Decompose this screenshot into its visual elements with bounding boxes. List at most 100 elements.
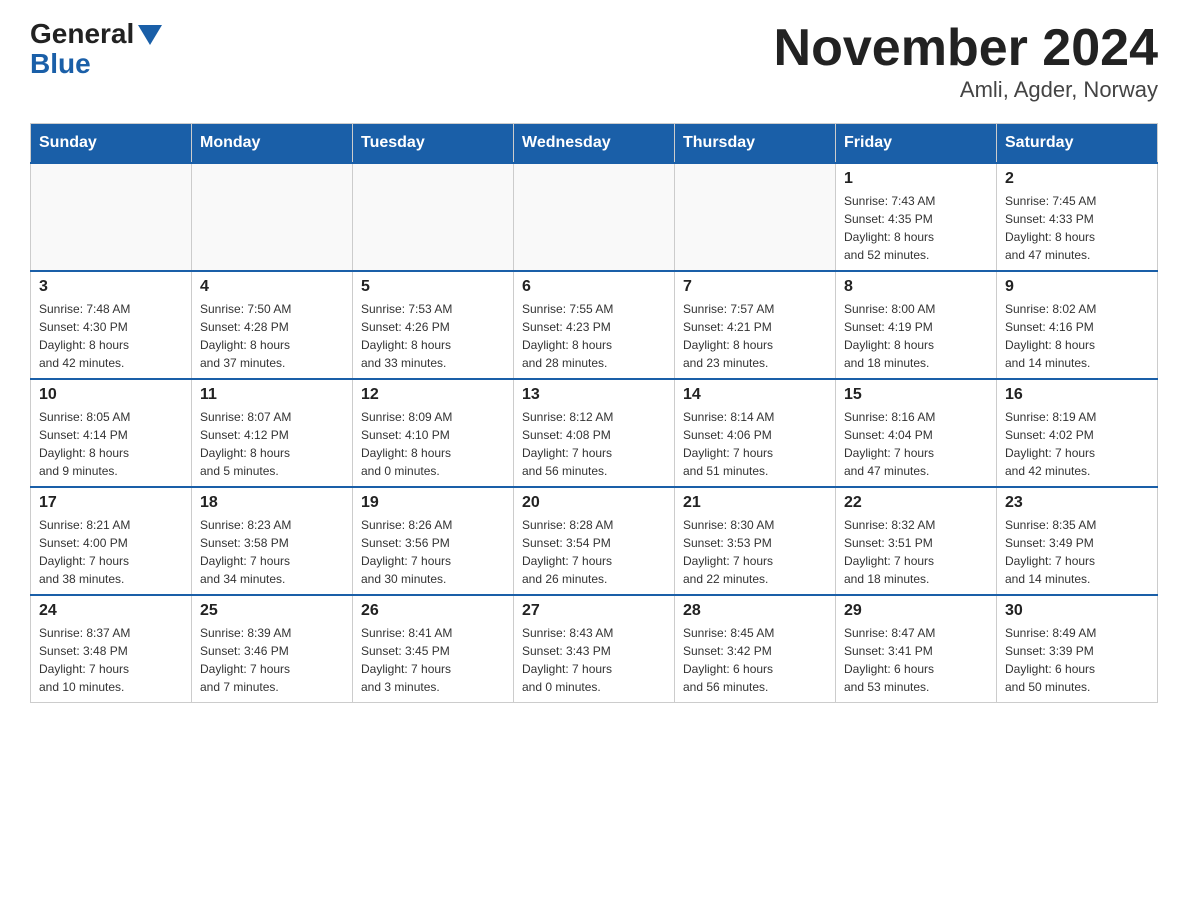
day-info: Sunrise: 8:41 AM Sunset: 3:45 PM Dayligh… (361, 624, 505, 696)
header-saturday: Saturday (997, 124, 1158, 164)
day-info: Sunrise: 7:55 AM Sunset: 4:23 PM Dayligh… (522, 300, 666, 372)
day-number: 22 (844, 494, 988, 512)
logo-triangle-icon (138, 25, 162, 45)
day-info: Sunrise: 8:32 AM Sunset: 3:51 PM Dayligh… (844, 516, 988, 588)
day-number: 12 (361, 386, 505, 404)
day-info: Sunrise: 8:21 AM Sunset: 4:00 PM Dayligh… (39, 516, 183, 588)
day-number: 6 (522, 278, 666, 296)
day-number: 17 (39, 494, 183, 512)
header-monday: Monday (192, 124, 353, 164)
header-thursday: Thursday (675, 124, 836, 164)
day-cell: 3 Sunrise: 7:48 AM Sunset: 4:30 PM Daylig… (31, 271, 192, 379)
day-info: Sunrise: 8:09 AM Sunset: 4:10 PM Dayligh… (361, 408, 505, 480)
day-info: Sunrise: 7:45 AM Sunset: 4:33 PM Dayligh… (1005, 192, 1149, 264)
day-number: 26 (361, 602, 505, 620)
week-row-1: 1 Sunrise: 7:43 AM Sunset: 4:35 PM Daylig… (31, 163, 1158, 271)
day-info: Sunrise: 8:16 AM Sunset: 4:04 PM Dayligh… (844, 408, 988, 480)
day-number: 1 (844, 170, 988, 188)
day-cell: 28 Sunrise: 8:45 AM Sunset: 3:42 PM Dayli… (675, 595, 836, 703)
day-number: 15 (844, 386, 988, 404)
day-cell: 18Sunrise: 8:23 AM Sunset: 3:58 PM Dayli… (192, 487, 353, 595)
day-cell: 27Sunrise: 8:43 AM Sunset: 3:43 PM Dayli… (514, 595, 675, 703)
day-cell (192, 163, 353, 271)
week-row-3: 10Sunrise: 8:05 AM Sunset: 4:14 PM Dayli… (31, 379, 1158, 487)
day-cell: 6 Sunrise: 7:55 AM Sunset: 4:23 PM Daylig… (514, 271, 675, 379)
day-cell: 19 Sunrise: 8:26 AM Sunset: 3:56 PM Dayli… (353, 487, 514, 595)
day-cell (353, 163, 514, 271)
day-number: 8 (844, 278, 988, 296)
day-info: Sunrise: 8:39 AM Sunset: 3:46 PM Dayligh… (200, 624, 344, 696)
day-number: 24 (39, 602, 183, 620)
day-cell: 30 Sunrise: 8:49 AM Sunset: 3:39 PM Dayli… (997, 595, 1158, 703)
day-cell: 8 Sunrise: 8:00 AM Sunset: 4:19 PM Daylig… (836, 271, 997, 379)
day-number: 25 (200, 602, 344, 620)
day-number: 19 (361, 494, 505, 512)
day-cell: 12 Sunrise: 8:09 AM Sunset: 4:10 PM Dayli… (353, 379, 514, 487)
header-friday: Friday (836, 124, 997, 164)
day-cell: 13 Sunrise: 8:12 AM Sunset: 4:08 PM Dayli… (514, 379, 675, 487)
day-cell (514, 163, 675, 271)
day-number: 13 (522, 386, 666, 404)
calendar-subtitle: Amli, Agder, Norway (774, 77, 1158, 103)
day-info: Sunrise: 8:00 AM Sunset: 4:19 PM Dayligh… (844, 300, 988, 372)
logo-blue: Blue (30, 48, 91, 80)
day-number: 14 (683, 386, 827, 404)
header-wednesday: Wednesday (514, 124, 675, 164)
day-number: 16 (1005, 386, 1149, 404)
day-cell: 4Sunrise: 7:50 AM Sunset: 4:28 PM Daylig… (192, 271, 353, 379)
day-cell: 15 Sunrise: 8:16 AM Sunset: 4:04 PM Dayli… (836, 379, 997, 487)
week-row-4: 17 Sunrise: 8:21 AM Sunset: 4:00 PM Dayli… (31, 487, 1158, 595)
day-number: 28 (683, 602, 827, 620)
logo: General Blue (30, 20, 162, 80)
day-number: 29 (844, 602, 988, 620)
page-header: General Blue November 2024 Amli, Agder, … (30, 20, 1158, 103)
day-number: 2 (1005, 170, 1149, 188)
day-number: 30 (1005, 602, 1149, 620)
day-info: Sunrise: 8:23 AM Sunset: 3:58 PM Dayligh… (200, 516, 344, 588)
day-info: Sunrise: 8:12 AM Sunset: 4:08 PM Dayligh… (522, 408, 666, 480)
day-cell: 16Sunrise: 8:19 AM Sunset: 4:02 PM Dayli… (997, 379, 1158, 487)
calendar-title: November 2024 (774, 20, 1158, 77)
day-info: Sunrise: 8:45 AM Sunset: 3:42 PM Dayligh… (683, 624, 827, 696)
header-tuesday: Tuesday (353, 124, 514, 164)
title-block: November 2024 Amli, Agder, Norway (774, 20, 1158, 103)
day-cell: 26 Sunrise: 8:41 AM Sunset: 3:45 PM Dayli… (353, 595, 514, 703)
header-sunday: Sunday (31, 124, 192, 164)
day-info: Sunrise: 7:57 AM Sunset: 4:21 PM Dayligh… (683, 300, 827, 372)
day-info: Sunrise: 8:14 AM Sunset: 4:06 PM Dayligh… (683, 408, 827, 480)
day-cell: 1 Sunrise: 7:43 AM Sunset: 4:35 PM Daylig… (836, 163, 997, 271)
day-info: Sunrise: 8:28 AM Sunset: 3:54 PM Dayligh… (522, 516, 666, 588)
day-cell: 20 Sunrise: 8:28 AM Sunset: 3:54 PM Dayli… (514, 487, 675, 595)
day-number: 3 (39, 278, 183, 296)
day-info: Sunrise: 8:49 AM Sunset: 3:39 PM Dayligh… (1005, 624, 1149, 696)
day-info: Sunrise: 7:48 AM Sunset: 4:30 PM Dayligh… (39, 300, 183, 372)
day-cell: 22 Sunrise: 8:32 AM Sunset: 3:51 PM Dayli… (836, 487, 997, 595)
day-number: 5 (361, 278, 505, 296)
week-row-5: 24 Sunrise: 8:37 AM Sunset: 3:48 PM Dayli… (31, 595, 1158, 703)
day-number: 27 (522, 602, 666, 620)
day-number: 20 (522, 494, 666, 512)
day-number: 23 (1005, 494, 1149, 512)
day-cell: 17 Sunrise: 8:21 AM Sunset: 4:00 PM Dayli… (31, 487, 192, 595)
day-number: 11 (200, 386, 344, 404)
day-cell: 10Sunrise: 8:05 AM Sunset: 4:14 PM Dayli… (31, 379, 192, 487)
day-info: Sunrise: 8:37 AM Sunset: 3:48 PM Dayligh… (39, 624, 183, 696)
day-info: Sunrise: 7:53 AM Sunset: 4:26 PM Dayligh… (361, 300, 505, 372)
week-row-2: 3 Sunrise: 7:48 AM Sunset: 4:30 PM Daylig… (31, 271, 1158, 379)
day-cell: 11Sunrise: 8:07 AM Sunset: 4:12 PM Dayli… (192, 379, 353, 487)
day-cell: 7 Sunrise: 7:57 AM Sunset: 4:21 PM Daylig… (675, 271, 836, 379)
day-info: Sunrise: 8:35 AM Sunset: 3:49 PM Dayligh… (1005, 516, 1149, 588)
day-info: Sunrise: 7:43 AM Sunset: 4:35 PM Dayligh… (844, 192, 988, 264)
day-number: 4 (200, 278, 344, 296)
calendar-table: Sunday Monday Tuesday Wednesday Thursday… (30, 123, 1158, 703)
day-number: 7 (683, 278, 827, 296)
day-cell (675, 163, 836, 271)
logo-general: General (30, 20, 134, 48)
day-info: Sunrise: 8:26 AM Sunset: 3:56 PM Dayligh… (361, 516, 505, 588)
day-info: Sunrise: 8:05 AM Sunset: 4:14 PM Dayligh… (39, 408, 183, 480)
header-row: Sunday Monday Tuesday Wednesday Thursday… (31, 124, 1158, 164)
day-cell: 2 Sunrise: 7:45 AM Sunset: 4:33 PM Daylig… (997, 163, 1158, 271)
day-cell: 21Sunrise: 8:30 AM Sunset: 3:53 PM Dayli… (675, 487, 836, 595)
day-cell: 14 Sunrise: 8:14 AM Sunset: 4:06 PM Dayli… (675, 379, 836, 487)
day-number: 21 (683, 494, 827, 512)
